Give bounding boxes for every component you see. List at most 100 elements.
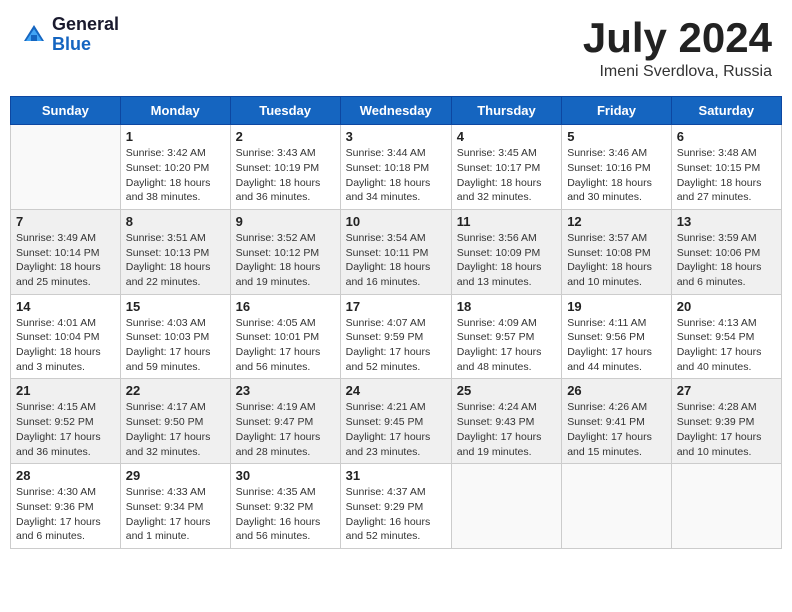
day-number: 18	[457, 299, 556, 314]
day-info: Sunrise: 4:17 AM Sunset: 9:50 PM Dayligh…	[126, 400, 225, 459]
logo-general-text: General	[52, 15, 119, 35]
day-info: Sunrise: 4:07 AM Sunset: 9:59 PM Dayligh…	[346, 316, 446, 375]
day-number: 15	[126, 299, 225, 314]
logo: General Blue	[20, 15, 119, 55]
day-info: Sunrise: 3:54 AM Sunset: 10:11 PM Daylig…	[346, 231, 446, 290]
day-info: Sunrise: 3:43 AM Sunset: 10:19 PM Daylig…	[236, 146, 335, 205]
day-number: 30	[236, 468, 335, 483]
page-header: General Blue July 2024 Imeni Sverdlova, …	[10, 10, 782, 86]
calendar-day-cell: 14 Sunrise: 4:01 AM Sunset: 10:04 PM Dayl…	[11, 294, 121, 379]
day-info: Sunrise: 3:59 AM Sunset: 10:06 PM Daylig…	[677, 231, 776, 290]
calendar-day-cell: 7Sunrise: 3:49 AM Sunset: 10:14 PM Dayli…	[11, 209, 121, 294]
calendar-day-cell: 28 Sunrise: 4:30 AM Sunset: 9:36 PM Dayli…	[11, 464, 121, 549]
day-info: Sunrise: 4:03 AM Sunset: 10:03 PM Daylig…	[126, 316, 225, 375]
day-number: 12	[567, 214, 666, 229]
day-number: 2	[236, 129, 335, 144]
day-number: 16	[236, 299, 335, 314]
calendar-day-cell: 3Sunrise: 3:44 AM Sunset: 10:18 PM Dayli…	[340, 125, 451, 210]
calendar-day-cell: 10 Sunrise: 3:54 AM Sunset: 10:11 PM Dayl…	[340, 209, 451, 294]
calendar-day-cell: 18Sunrise: 4:09 AM Sunset: 9:57 PM Dayli…	[451, 294, 561, 379]
weekday-header-row: SundayMondayTuesdayWednesdayThursdayFrid…	[11, 97, 782, 125]
calendar-day-cell: 19 Sunrise: 4:11 AM Sunset: 9:56 PM Dayli…	[562, 294, 672, 379]
day-number: 24	[346, 383, 446, 398]
day-number: 6	[677, 129, 776, 144]
calendar-week-row: 7Sunrise: 3:49 AM Sunset: 10:14 PM Dayli…	[11, 209, 782, 294]
day-number: 26	[567, 383, 666, 398]
day-info: Sunrise: 4:05 AM Sunset: 10:01 PM Daylig…	[236, 316, 335, 375]
day-number: 13	[677, 214, 776, 229]
day-number: 3	[346, 129, 446, 144]
calendar-week-row: 28 Sunrise: 4:30 AM Sunset: 9:36 PM Dayli…	[11, 464, 782, 549]
logo-icon	[20, 21, 48, 49]
calendar-week-row: 1 Sunrise: 3:42 AM Sunset: 10:20 PM Dayli…	[11, 125, 782, 210]
calendar-day-cell: 12 Sunrise: 3:57 AM Sunset: 10:08 PM Dayl…	[562, 209, 672, 294]
calendar-day-cell: 23 Sunrise: 4:19 AM Sunset: 9:47 PM Dayli…	[230, 379, 340, 464]
calendar-day-cell: 20 Sunrise: 4:13 AM Sunset: 9:54 PM Dayli…	[671, 294, 781, 379]
weekday-header: Monday	[120, 97, 230, 125]
calendar-day-cell: 22 Sunrise: 4:17 AM Sunset: 9:50 PM Dayli…	[120, 379, 230, 464]
day-info: Sunrise: 4:26 AM Sunset: 9:41 PM Dayligh…	[567, 400, 666, 459]
calendar-day-cell: 9 Sunrise: 3:52 AM Sunset: 10:12 PM Dayli…	[230, 209, 340, 294]
day-info: Sunrise: 3:48 AM Sunset: 10:15 PM Daylig…	[677, 146, 776, 205]
day-info: Sunrise: 4:21 AM Sunset: 9:45 PM Dayligh…	[346, 400, 446, 459]
day-number: 25	[457, 383, 556, 398]
logo-blue-text: Blue	[52, 35, 119, 55]
day-info: Sunrise: 3:46 AM Sunset: 10:16 PM Daylig…	[567, 146, 666, 205]
day-info: Sunrise: 4:15 AM Sunset: 9:52 PM Dayligh…	[16, 400, 115, 459]
weekday-header: Sunday	[11, 97, 121, 125]
location-label: Imeni Sverdlova, Russia	[583, 63, 772, 81]
calendar-day-cell	[671, 464, 781, 549]
day-number: 8	[126, 214, 225, 229]
weekday-header: Thursday	[451, 97, 561, 125]
calendar-day-cell: 11Sunrise: 3:56 AM Sunset: 10:09 PM Dayl…	[451, 209, 561, 294]
calendar-day-cell: 25Sunrise: 4:24 AM Sunset: 9:43 PM Dayli…	[451, 379, 561, 464]
day-number: 4	[457, 129, 556, 144]
day-info: Sunrise: 4:19 AM Sunset: 9:47 PM Dayligh…	[236, 400, 335, 459]
day-info: Sunrise: 4:35 AM Sunset: 9:32 PM Dayligh…	[236, 485, 335, 544]
calendar-day-cell	[451, 464, 561, 549]
day-info: Sunrise: 4:01 AM Sunset: 10:04 PM Daylig…	[16, 316, 115, 375]
day-info: Sunrise: 3:45 AM Sunset: 10:17 PM Daylig…	[457, 146, 556, 205]
calendar-day-cell: 27 Sunrise: 4:28 AM Sunset: 9:39 PM Dayli…	[671, 379, 781, 464]
day-number: 29	[126, 468, 225, 483]
day-info: Sunrise: 3:51 AM Sunset: 10:13 PM Daylig…	[126, 231, 225, 290]
calendar-day-cell: 31 Sunrise: 4:37 AM Sunset: 9:29 PM Dayli…	[340, 464, 451, 549]
calendar-day-cell: 2 Sunrise: 3:43 AM Sunset: 10:19 PM Dayli…	[230, 125, 340, 210]
day-number: 1	[126, 129, 225, 144]
day-number: 14	[16, 299, 115, 314]
day-number: 27	[677, 383, 776, 398]
month-title: July 2024	[583, 15, 772, 61]
day-info: Sunrise: 4:13 AM Sunset: 9:54 PM Dayligh…	[677, 316, 776, 375]
weekday-header: Friday	[562, 97, 672, 125]
day-info: Sunrise: 3:52 AM Sunset: 10:12 PM Daylig…	[236, 231, 335, 290]
day-info: Sunrise: 3:57 AM Sunset: 10:08 PM Daylig…	[567, 231, 666, 290]
calendar-day-cell: 24 Sunrise: 4:21 AM Sunset: 9:45 PM Dayli…	[340, 379, 451, 464]
day-number: 31	[346, 468, 446, 483]
calendar-day-cell: 4 Sunrise: 3:45 AM Sunset: 10:17 PM Dayli…	[451, 125, 561, 210]
calendar-day-cell: 30 Sunrise: 4:35 AM Sunset: 9:32 PM Dayli…	[230, 464, 340, 549]
calendar-day-cell: 15 Sunrise: 4:03 AM Sunset: 10:03 PM Dayl…	[120, 294, 230, 379]
calendar-day-cell: 13 Sunrise: 3:59 AM Sunset: 10:06 PM Dayl…	[671, 209, 781, 294]
day-info: Sunrise: 4:11 AM Sunset: 9:56 PM Dayligh…	[567, 316, 666, 375]
title-block: July 2024 Imeni Sverdlova, Russia	[583, 15, 772, 81]
day-number: 9	[236, 214, 335, 229]
calendar-day-cell: 6 Sunrise: 3:48 AM Sunset: 10:15 PM Dayli…	[671, 125, 781, 210]
calendar-week-row: 21Sunrise: 4:15 AM Sunset: 9:52 PM Dayli…	[11, 379, 782, 464]
day-number: 11	[457, 214, 556, 229]
logo-text: General Blue	[52, 15, 119, 55]
day-number: 23	[236, 383, 335, 398]
day-number: 20	[677, 299, 776, 314]
day-number: 28	[16, 468, 115, 483]
day-info: Sunrise: 3:42 AM Sunset: 10:20 PM Daylig…	[126, 146, 225, 205]
calendar-day-cell: 8 Sunrise: 3:51 AM Sunset: 10:13 PM Dayli…	[120, 209, 230, 294]
day-number: 22	[126, 383, 225, 398]
day-info: Sunrise: 4:37 AM Sunset: 9:29 PM Dayligh…	[346, 485, 446, 544]
calendar-week-row: 14 Sunrise: 4:01 AM Sunset: 10:04 PM Dayl…	[11, 294, 782, 379]
day-number: 19	[567, 299, 666, 314]
weekday-header: Saturday	[671, 97, 781, 125]
day-number: 5	[567, 129, 666, 144]
day-info: Sunrise: 4:30 AM Sunset: 9:36 PM Dayligh…	[16, 485, 115, 544]
day-number: 10	[346, 214, 446, 229]
day-info: Sunrise: 4:28 AM Sunset: 9:39 PM Dayligh…	[677, 400, 776, 459]
calendar-day-cell: 1 Sunrise: 3:42 AM Sunset: 10:20 PM Dayli…	[120, 125, 230, 210]
